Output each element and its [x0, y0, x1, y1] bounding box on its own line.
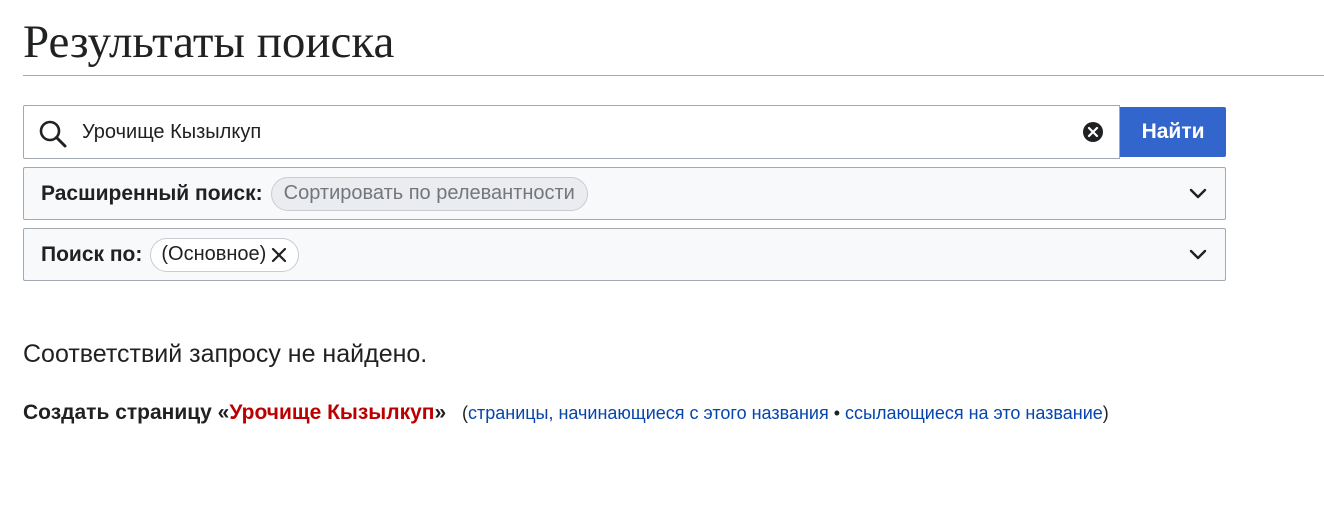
namespace-chip-label: (Основное) — [161, 243, 267, 265]
namespace-label: Поиск по: — [41, 242, 143, 266]
search-form: Найти — [23, 105, 1226, 159]
no-results-message: Соответствий запросу не найдено. — [23, 340, 428, 368]
create-page-suffix: » — [434, 401, 447, 424]
prefix-search-link[interactable]: страницы, начинающиеся с этого названия — [468, 403, 829, 423]
clear-icon[interactable] — [1082, 121, 1104, 143]
title-divider — [23, 75, 1324, 76]
create-page-link[interactable]: Урочище Кызылкуп — [229, 401, 434, 424]
namespace-chip: (Основное) — [150, 237, 300, 272]
chevron-down-icon[interactable] — [1189, 246, 1207, 264]
paren-close: ) — [1102, 403, 1109, 423]
backlinks-link[interactable]: ссылающиеся на это название — [845, 403, 1103, 423]
create-page-extras: (страницы, начинающиеся с этого названия… — [462, 403, 1109, 423]
namespace-panel[interactable]: Поиск по: (Основное) — [23, 228, 1226, 281]
advanced-search-label: Расширенный поиск: — [41, 181, 263, 205]
search-input[interactable] — [82, 114, 1072, 150]
search-results-page: Результаты поиска Найти Расширенный поис… — [0, 0, 1324, 507]
close-icon[interactable] — [270, 246, 288, 264]
page-title: Результаты поиска — [23, 16, 395, 68]
chevron-down-icon[interactable] — [1189, 185, 1207, 203]
search-button[interactable]: Найти — [1120, 107, 1226, 157]
create-page-prefix: Создать страницу « — [23, 401, 230, 424]
search-icon — [39, 120, 67, 148]
create-page-line: Создать страницу «Урочище Кызылкуп» (стр… — [23, 398, 1109, 428]
advanced-search-panel[interactable]: Расширенный поиск: Сортировать по релева… — [23, 167, 1226, 220]
link-separator: • — [828, 403, 846, 423]
search-box[interactable] — [23, 105, 1121, 159]
sort-chip: Сортировать по релевантности — [270, 176, 588, 211]
